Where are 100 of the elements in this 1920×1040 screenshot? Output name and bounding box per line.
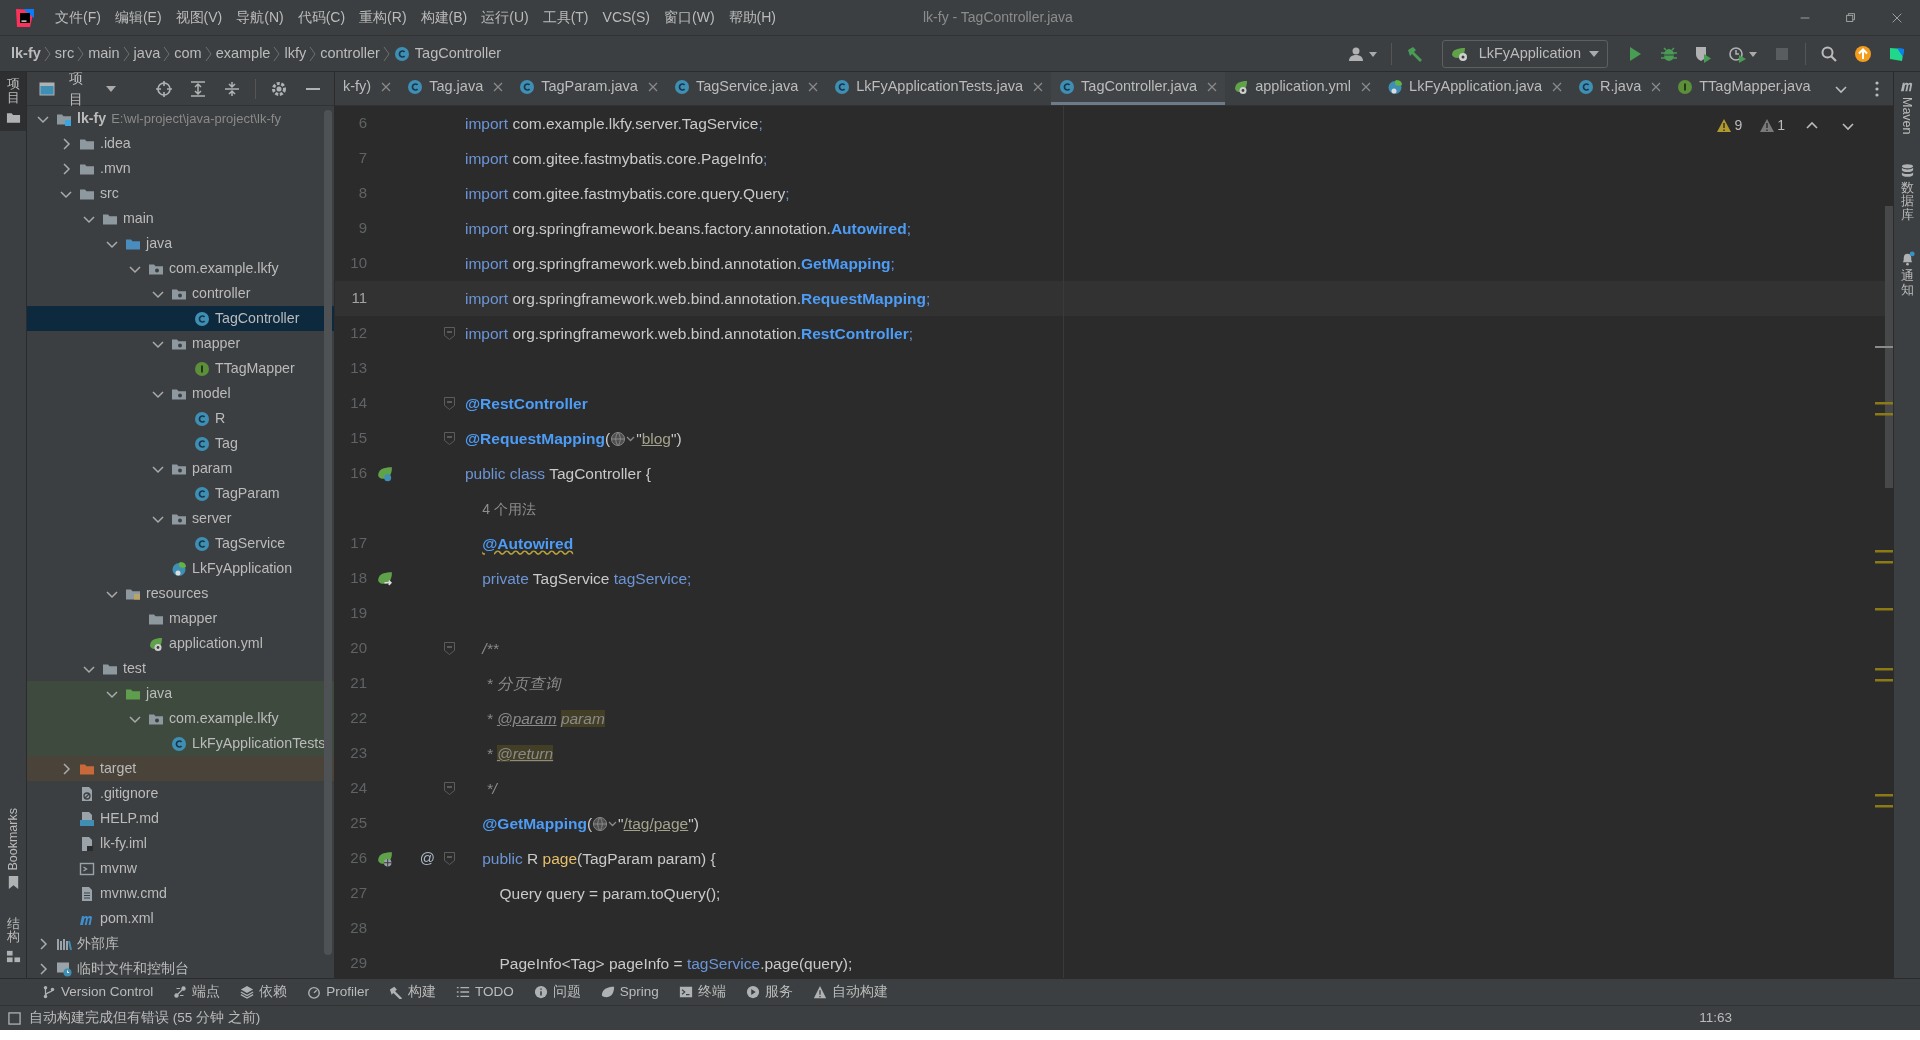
tool-window-tab[interactable]: 项目 xyxy=(0,72,26,131)
breadcrumb-item[interactable]: example xyxy=(212,42,274,65)
tree-item-label[interactable]: LkFyApplication xyxy=(192,557,293,580)
tree-item-label[interactable]: TTagMapper xyxy=(215,357,295,380)
close-icon[interactable] xyxy=(1361,82,1372,92)
tree-item-label[interactable]: controller xyxy=(192,282,251,305)
close-icon[interactable] xyxy=(1033,82,1044,92)
editor-tab[interactable]: LkFyApplication.java xyxy=(1379,72,1571,105)
weak-warnings-counter[interactable]: 1 xyxy=(1754,112,1791,139)
tree-item-label[interactable]: com.example.lkfy xyxy=(169,257,279,280)
tree-item-label[interactable]: param xyxy=(192,457,233,480)
close-icon[interactable] xyxy=(1651,82,1662,92)
close-icon[interactable] xyxy=(493,82,504,92)
tree-item-label[interactable]: pom.xml xyxy=(100,907,154,930)
close-icon[interactable] xyxy=(1552,82,1563,92)
scrollbar-thumb[interactable] xyxy=(324,110,332,955)
menu-item[interactable]: 代码(C) xyxy=(290,7,353,28)
tree-item-label[interactable]: target xyxy=(100,757,137,780)
tool-window-button[interactable]: Version Control xyxy=(34,979,162,1005)
tool-window-tab[interactable]: 数据库 xyxy=(1894,156,1920,229)
tree-item-label[interactable]: TagService xyxy=(215,532,286,555)
tree-item-label[interactable]: mvnw.cmd xyxy=(100,882,167,905)
tree-item-label[interactable]: 外部库 xyxy=(77,932,119,955)
menu-item[interactable]: 构建(B) xyxy=(413,7,475,28)
tree-item-label[interactable]: Tag xyxy=(215,432,238,455)
close-icon[interactable] xyxy=(647,82,658,92)
menu-item[interactable]: VCS(S) xyxy=(595,7,657,28)
collapse-all-icon[interactable] xyxy=(223,79,242,98)
tree-item-label[interactable]: test xyxy=(123,657,146,680)
editor-tab[interactable]: R.java xyxy=(1570,72,1670,105)
globe-dropdown-icon[interactable] xyxy=(610,430,637,447)
menu-item[interactable]: 窗口(W) xyxy=(657,7,722,28)
search-icon[interactable] xyxy=(1820,44,1838,63)
tree-item-label[interactable]: .idea xyxy=(100,132,131,155)
tree-item-label[interactable]: application.yml xyxy=(169,632,263,655)
run-configuration-dropdown[interactable]: LkFyApplication xyxy=(1441,39,1608,68)
menu-item[interactable]: 重构(R) xyxy=(352,7,414,28)
restore-icon[interactable] xyxy=(1844,10,1858,25)
breadcrumb-item[interactable]: main xyxy=(85,42,123,65)
hammer-icon[interactable] xyxy=(1405,44,1424,63)
editor-tab[interactable]: LkFyApplicationTests.java xyxy=(826,72,1052,105)
tree-item-label[interactable]: TagParam xyxy=(215,482,280,505)
menu-item[interactable]: 编辑(E) xyxy=(107,7,169,28)
editor-tab[interactable]: TTagMapper.java xyxy=(1669,72,1819,105)
tree-item-label[interactable]: R xyxy=(215,407,226,430)
tree-item-label[interactable]: .mvn xyxy=(100,157,131,180)
breadcrumb-item[interactable]: TagController xyxy=(390,42,505,65)
menu-item[interactable]: 视图(V) xyxy=(168,7,230,28)
tree-item-label[interactable]: lk-fy.iml xyxy=(100,832,148,855)
editor-tab[interactable]: TagParam.java xyxy=(511,72,666,105)
warnings-counter[interactable]: 9 xyxy=(1711,112,1749,139)
tool-window-button[interactable]: Profiler xyxy=(299,979,378,1005)
tool-window-tab[interactable]: Maven xyxy=(1894,72,1920,141)
tool-window-tab[interactable]: 通知 xyxy=(1894,244,1920,304)
tool-window-button[interactable]: 构建 xyxy=(381,979,445,1005)
tree-item-label[interactable]: model xyxy=(192,382,231,405)
cursor-position[interactable]: 11:63 xyxy=(1699,1007,1732,1029)
debug-icon[interactable] xyxy=(1660,44,1678,63)
tool-window-button[interactable]: 依赖 xyxy=(232,979,296,1005)
tool-window-button[interactable]: Spring xyxy=(592,979,667,1005)
tool-window-button[interactable]: 自动构建 xyxy=(804,979,896,1005)
editor-tab[interactable]: TagService.java xyxy=(665,72,827,105)
profiler-icon[interactable] xyxy=(1728,44,1746,63)
tree-item-label[interactable]: main xyxy=(123,207,154,230)
editor-tab[interactable]: application.yml xyxy=(1225,72,1380,105)
tool-window-button[interactable]: TODO xyxy=(448,979,522,1005)
settings-icon[interactable] xyxy=(270,79,288,98)
tool-window-button[interactable]: 服务 xyxy=(737,979,801,1005)
bean-gutter-icon[interactable] xyxy=(375,465,393,482)
editor-tab[interactable]: k-fy) xyxy=(335,72,400,105)
endpoint-gutter-icon[interactable] xyxy=(375,850,393,867)
locate-icon[interactable] xyxy=(155,79,174,98)
tree-item-label[interactable]: mapper xyxy=(192,332,241,355)
breadcrumb-item[interactable]: com xyxy=(171,42,205,65)
breadcrumb-item[interactable]: java xyxy=(130,42,164,65)
menu-item[interactable]: 工具(T) xyxy=(535,7,596,28)
tree-item-label[interactable]: mapper xyxy=(169,607,218,630)
breadcrumb-item[interactable]: controller xyxy=(317,42,383,65)
tree-item-label[interactable]: resources xyxy=(146,582,209,605)
tree-item-label[interactable]: server xyxy=(192,507,232,530)
update-icon[interactable] xyxy=(1854,44,1872,63)
menu-item[interactable]: 帮助(H) xyxy=(721,7,783,28)
implemented-marker[interactable]: @ xyxy=(395,847,435,870)
tool-window-tab[interactable]: 结构 xyxy=(0,911,26,970)
tool-window-button[interactable]: 端点 xyxy=(165,979,229,1005)
menu-item[interactable]: 导航(N) xyxy=(229,7,291,28)
breadcrumb-item[interactable]: src xyxy=(51,42,78,65)
tree-item-label[interactable]: java xyxy=(146,682,173,705)
tool-window-tab[interactable]: Bookmarks xyxy=(0,801,26,896)
menu-item[interactable]: 运行(U) xyxy=(474,7,536,28)
globe-dropdown-icon[interactable] xyxy=(592,815,619,832)
tree-item-label[interactable]: java xyxy=(146,232,173,255)
tree-item-label[interactable]: 临时文件和控制台 xyxy=(77,957,189,978)
breadcrumb-item[interactable]: lkfy xyxy=(281,42,310,65)
expand-all-icon[interactable] xyxy=(189,79,208,98)
menu-item[interactable]: 文件(F) xyxy=(48,7,108,28)
tree-item-label[interactable]: mvnw xyxy=(100,857,138,880)
tool-window-button[interactable]: 终端 xyxy=(670,979,734,1005)
layout-toggle-icon[interactable] xyxy=(8,1011,21,1025)
tree-item-label[interactable]: .gitignore xyxy=(100,782,159,805)
